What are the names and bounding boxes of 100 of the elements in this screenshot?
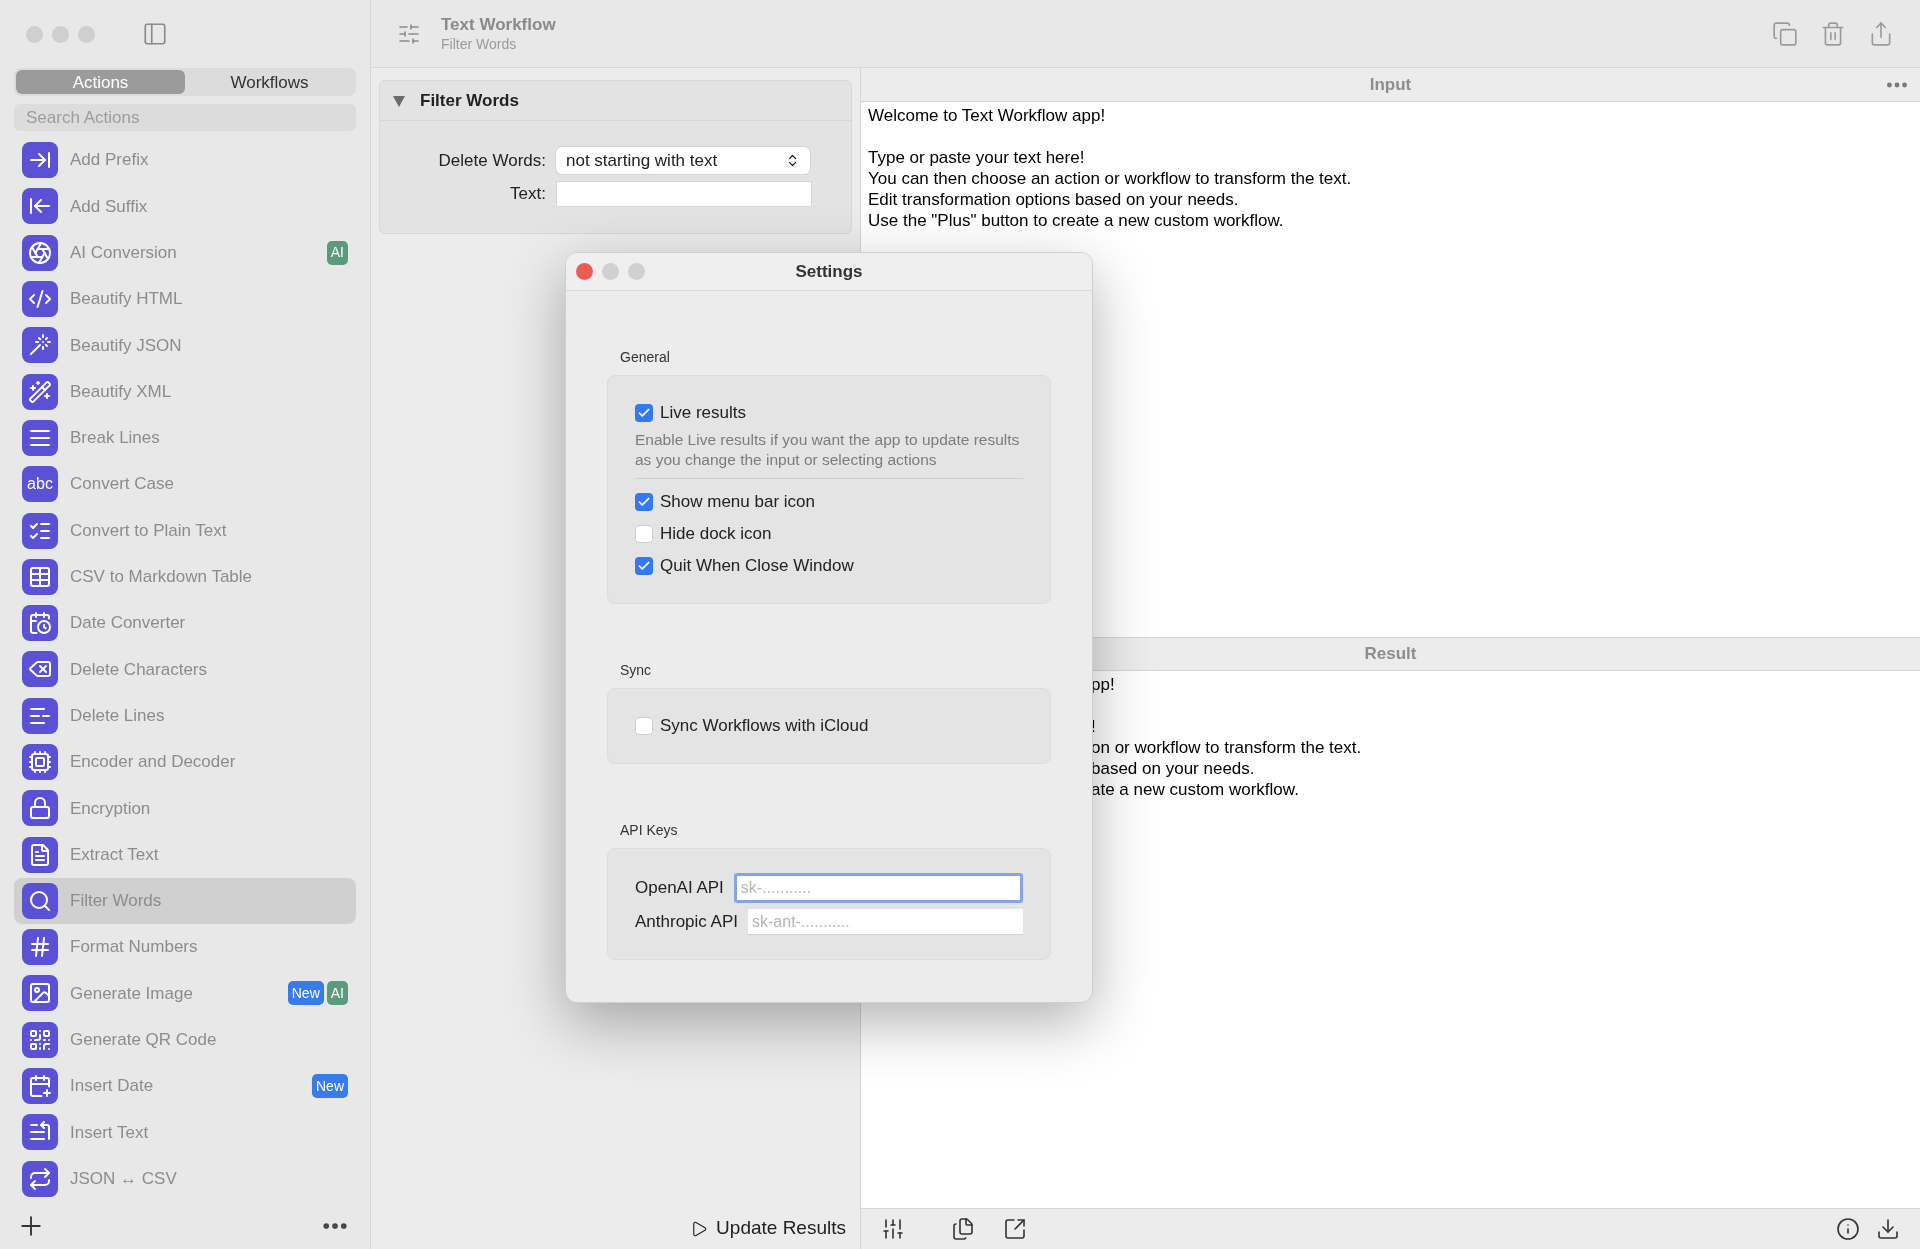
checkbox-label: Show menu bar icon xyxy=(660,491,815,514)
lines-icon xyxy=(22,419,58,456)
repeat-icon xyxy=(22,1160,58,1197)
wand-sparkles-icon xyxy=(22,373,58,410)
action-item[interactable]: Add Suffix xyxy=(14,183,356,230)
action-item[interactable]: Delete Lines xyxy=(14,692,356,739)
action-item[interactable]: Filter Words xyxy=(14,877,356,925)
action-item[interactable]: Extract Text xyxy=(14,831,356,878)
chip-icon xyxy=(22,744,58,780)
settings-icon[interactable] xyxy=(397,21,421,46)
action-item[interactable]: Encoder and Decoder xyxy=(14,738,356,786)
section-title: API Keys xyxy=(619,821,679,840)
action-item[interactable]: Add Prefix xyxy=(14,137,356,184)
window-subtitle: Filter Words xyxy=(441,34,518,53)
checkbox-label: Live results xyxy=(660,402,746,425)
play-icon xyxy=(690,1219,709,1238)
square-arrow-icon[interactable] xyxy=(1003,1217,1027,1241)
action-label: Extract Text xyxy=(70,843,160,866)
action-label: Generate QR Code xyxy=(70,1029,218,1052)
trash-icon[interactable] xyxy=(1820,20,1846,47)
action-item[interactable]: Format Numbers xyxy=(14,924,356,971)
action-label: Beautify HTML xyxy=(70,288,184,311)
action-label: Convert to Plain Text xyxy=(70,519,228,542)
download-icon[interactable] xyxy=(1876,1217,1900,1241)
action-item[interactable]: Beautify JSON xyxy=(14,322,356,369)
action-item[interactable]: JSON ↔ CSV xyxy=(14,1155,356,1202)
action-label: Add Prefix xyxy=(70,149,150,172)
action-item[interactable]: Insert Text xyxy=(14,1109,356,1156)
field-label: Text: xyxy=(509,183,546,206)
field-label: Delete Words: xyxy=(437,149,546,172)
tab[interactable]: Workflows xyxy=(185,70,354,94)
action-item[interactable]: Generate QR Code xyxy=(14,1016,356,1063)
close-button[interactable] xyxy=(576,263,593,280)
list-minus-icon xyxy=(22,697,58,734)
document-icon xyxy=(22,836,58,873)
action-item[interactable]: Delete Characters xyxy=(14,646,356,693)
action-item[interactable]: AI Conversion AI xyxy=(14,229,356,276)
search-field[interactable]: Search Actions xyxy=(14,104,356,131)
checkbox[interactable] xyxy=(635,717,653,735)
image-icon xyxy=(22,975,58,1012)
documents-icon[interactable] xyxy=(951,1217,975,1241)
tab[interactable]: Actions xyxy=(16,70,185,94)
panel-title: Filter Words xyxy=(420,89,519,112)
action-item[interactable]: Beautify XML xyxy=(14,368,356,415)
checkbox-label: Hide dock icon xyxy=(660,523,772,546)
lock-icon xyxy=(22,790,58,827)
api-key-field[interactable]: sk-ant-........... xyxy=(748,909,1023,935)
pane-title: Input xyxy=(1369,73,1412,96)
action-item[interactable]: Date Converter xyxy=(14,599,356,647)
hash-icon xyxy=(22,929,58,966)
action-label: Break Lines xyxy=(70,427,161,450)
qr-code-icon xyxy=(22,1021,58,1058)
text-icon: abc xyxy=(22,466,58,503)
sidebar-toggle-icon[interactable] xyxy=(142,21,168,47)
action-label: Filter Words xyxy=(70,890,163,913)
update-results-button[interactable]: Update Results xyxy=(690,1214,846,1243)
action-label: Add Suffix xyxy=(70,195,149,218)
action-item[interactable]: Generate Image New AI xyxy=(14,970,356,1017)
checkbox[interactable] xyxy=(635,404,653,422)
info-icon[interactable] xyxy=(1836,1217,1860,1241)
action-label: Delete Lines xyxy=(70,704,166,727)
disclosure-triangle-icon[interactable] xyxy=(392,93,406,108)
checkmark-icon xyxy=(637,495,651,509)
checkmark-icon xyxy=(637,559,651,573)
checkbox[interactable] xyxy=(635,557,653,575)
delete-key-icon xyxy=(22,651,58,688)
checkbox[interactable] xyxy=(635,525,653,543)
dropdown[interactable]: not starting with text xyxy=(556,147,810,174)
api-key-field[interactable]: sk-........... xyxy=(733,873,1023,903)
action-item[interactable]: Encryption xyxy=(14,785,356,832)
action-label: Encoder and Decoder xyxy=(70,751,237,774)
dialog-title: Settings xyxy=(795,260,863,283)
copy-icon[interactable] xyxy=(1772,20,1798,47)
checkmark-icon xyxy=(637,406,651,420)
action-item[interactable]: Break Lines xyxy=(14,414,356,462)
action-label: Delete Characters xyxy=(70,658,208,681)
action-label: Encryption xyxy=(70,797,152,820)
action-item[interactable]: Beautify HTML xyxy=(14,275,356,323)
wand-icon xyxy=(22,327,58,364)
action-label: Beautify JSON xyxy=(70,334,183,357)
action-item[interactable]: abc Convert Case xyxy=(14,461,356,508)
action-label: Beautify XML xyxy=(70,380,173,403)
tag: New xyxy=(312,1074,348,1099)
action-label: Date Converter xyxy=(70,612,187,635)
sliders-icon[interactable] xyxy=(881,1217,905,1241)
action-label: AI Conversion xyxy=(70,242,178,264)
field-label: Anthropic API xyxy=(635,911,738,934)
section-title: Sync xyxy=(619,661,653,680)
list-icon xyxy=(22,1114,58,1151)
action-label: Insert Date xyxy=(70,1075,155,1098)
tag: New xyxy=(287,981,324,1006)
action-item[interactable]: Convert to Plain Text xyxy=(14,507,356,554)
text-field[interactable] xyxy=(556,181,812,207)
checkbox[interactable] xyxy=(635,493,653,511)
field-label: OpenAI API xyxy=(635,877,724,900)
checkbox-label: Sync Workflows with iCloud xyxy=(660,715,869,738)
aperture-icon xyxy=(22,234,58,271)
action-item[interactable]: CSV to Markdown Table xyxy=(14,553,356,600)
action-item[interactable]: Insert Date New xyxy=(14,1062,356,1110)
action-label: JSON ↔ CSV xyxy=(70,1167,178,1190)
